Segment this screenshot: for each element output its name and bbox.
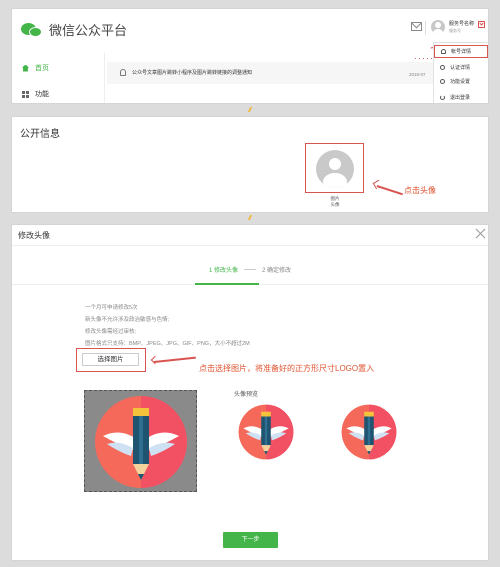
brand-title: 微信公众平台 bbox=[49, 23, 128, 38]
menu-item-settings[interactable]: 功能设置 bbox=[434, 75, 488, 88]
page-title: 公开信息 bbox=[20, 129, 60, 140]
menu-item-label: 帐号详情 bbox=[451, 49, 472, 55]
select-image-button[interactable]: 选择图片 bbox=[82, 353, 139, 366]
sidebar-item-function[interactable]: 功能 bbox=[22, 89, 49, 99]
home-icon bbox=[22, 64, 29, 72]
avatar-preview-small bbox=[341, 404, 397, 460]
sidebar-item-home[interactable]: 首页 bbox=[22, 63, 49, 73]
notice-banner[interactable]: 公众号文章图片跳转小程序及图片跳转链接的调整通知 bbox=[107, 62, 437, 84]
image-crop-area[interactable] bbox=[84, 390, 197, 492]
annotation-text: 点击选择图片，将准备好的正方形尺寸LOGO置入 bbox=[199, 364, 375, 373]
notice-date: 2018-07 bbox=[409, 72, 426, 77]
header-divider bbox=[425, 21, 426, 35]
modify-avatar-dialog: 修改头像 1 修改头像 2 确定修改 一个月可申请修改5次 新头像不允许涉及政治… bbox=[11, 224, 489, 561]
annotation-arrow-head bbox=[150, 355, 160, 365]
account-dropdown-menu: 帐号详情 认证详情 功能设置 退出登录 bbox=[433, 42, 488, 103]
avatar-label: 图片 头像 bbox=[330, 196, 340, 207]
next-button[interactable]: 下一步 bbox=[223, 532, 278, 548]
step-indicator: 1 修改头像 2 确定修改 bbox=[12, 265, 488, 274]
menu-item-label: 功能设置 bbox=[450, 79, 471, 85]
dialog-title: 修改头像 bbox=[18, 231, 50, 240]
sidebar-divider bbox=[104, 53, 105, 103]
step-separator bbox=[244, 269, 256, 270]
preview-label: 头像预览 bbox=[234, 392, 259, 398]
bell-icon bbox=[120, 69, 126, 76]
sidebar-item-label: 首页 bbox=[35, 65, 49, 72]
menu-item-label: 认证详情 bbox=[450, 65, 471, 71]
public-info-panel: 公开信息 图片 头像 点击头像 bbox=[11, 116, 489, 213]
gear-icon bbox=[440, 79, 445, 84]
account-menu-toggle[interactable] bbox=[478, 21, 485, 28]
connector-bolt-icon bbox=[247, 215, 253, 220]
mail-icon[interactable] bbox=[411, 22, 422, 31]
rule-line: 一个月可申请修改5次 bbox=[85, 305, 138, 311]
brand[interactable]: 微信公众平台 bbox=[21, 20, 127, 39]
notice-text[interactable]: 公众号文章图片跳转小程序及图片跳转链接的调整通知 bbox=[132, 69, 252, 76]
pencil-wings-logo-icon bbox=[95, 396, 187, 488]
rule-line: 新头像不允许涉及政治敏感与色情; bbox=[85, 317, 170, 323]
upload-rules: 一个月可申请修改5次 新头像不允许涉及政治敏感与色情; 修改头像需经过审核; 图… bbox=[85, 302, 250, 350]
avatar-highlight[interactable] bbox=[305, 143, 364, 193]
avatar-icon[interactable] bbox=[316, 150, 354, 188]
menu-item-verification[interactable]: 认证详情 bbox=[434, 61, 488, 74]
menu-item-account-details[interactable]: 帐号详情 bbox=[434, 45, 488, 58]
step-2: 2 确定修改 bbox=[262, 268, 292, 274]
step-1: 1 修改头像 bbox=[208, 268, 238, 274]
annotation-text: 点击头像 bbox=[404, 186, 436, 195]
account-name[interactable]: 服务号名称 bbox=[449, 20, 474, 27]
divider bbox=[12, 245, 488, 246]
sidebar-item-label: 功能 bbox=[35, 91, 49, 98]
avatar-icon[interactable] bbox=[431, 20, 445, 34]
person-icon bbox=[441, 49, 446, 54]
account-type: 服务号 bbox=[449, 28, 461, 33]
dashboard-panel: 微信公众平台 服务号名称 服务号 首页 功能 公众号文章图片跳转小程序及图片跳转… bbox=[11, 8, 489, 104]
close-icon[interactable] bbox=[475, 228, 485, 238]
menu-item-logout[interactable]: 退出登录 bbox=[434, 91, 488, 103]
menu-item-label: 退出登录 bbox=[450, 95, 471, 101]
active-step-bar bbox=[195, 283, 259, 285]
connector-bolt-icon bbox=[247, 107, 253, 112]
annotation-dotted-arrow: ····· bbox=[414, 53, 434, 63]
power-icon bbox=[440, 95, 445, 100]
badge-icon bbox=[440, 65, 445, 70]
rule-line: 修改头像需经过审核; bbox=[85, 329, 137, 335]
grid-icon bbox=[22, 90, 29, 98]
select-image-highlight: 选择图片 bbox=[76, 348, 146, 372]
annotation-arrow bbox=[153, 356, 196, 363]
avatar-preview-large bbox=[238, 404, 294, 460]
wechat-logo-icon bbox=[21, 22, 45, 38]
